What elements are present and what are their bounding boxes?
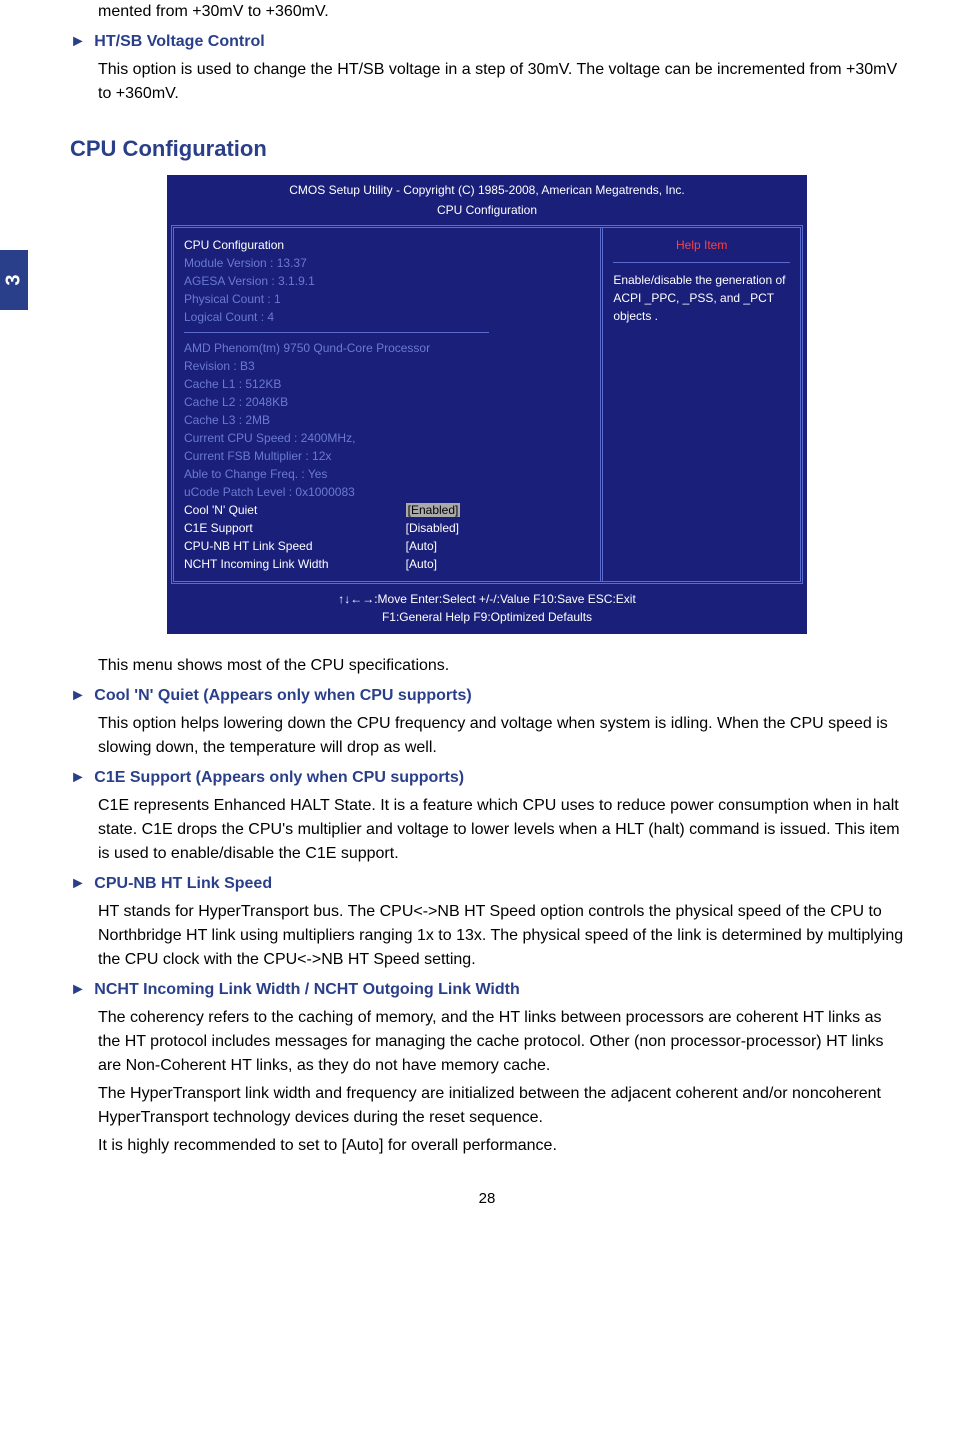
bios-selected-value: [Enabled] [406,503,461,517]
item-cpunb-title: ► CPU-NB HT Link Speed [70,872,904,896]
page-number: 28 [70,1188,904,1211]
item-cool-label: Cool 'N' Quiet (Appears only when CPU su… [94,687,471,704]
after-bios-intro: This menu shows most of the CPU specific… [98,654,904,678]
bios-footer-1: ↑↓←→:Move Enter:Select +/-/:Value F10:Sa… [171,590,803,608]
bios-l1: Cache L1 : 512KB [184,375,590,393]
item-ncht-label: NCHT Incoming Link Width / NCHT Outgoing… [94,981,519,998]
bios-row-cool: Cool 'N' Quiet [Enabled] [184,501,590,519]
bios-screenshot: CMOS Setup Utility - Copyright (C) 1985-… [167,175,807,634]
bios-separator [184,332,489,333]
bios-subtitle: CPU Configuration [167,201,807,225]
bios-footer: ↑↓←→:Move Enter:Select +/-/:Value F10:Sa… [167,584,807,634]
arrow-icon: ► [70,687,86,704]
item-c1e-body: C1E represents Enhanced HALT State. It i… [98,794,904,866]
arrow-icon: ► [70,33,86,50]
bios-title: CMOS Setup Utility - Copyright (C) 1985-… [167,175,807,201]
item-htsb-body: This option is used to change the HT/SB … [98,58,904,106]
chapter-number: 3 [0,274,29,285]
item-htsb-label: HT/SB Voltage Control [94,33,264,50]
bios-agesa: AGESA Version : 3.1.9.1 [184,272,590,290]
item-ncht-p3: It is highly recommended to set to [Auto… [98,1134,904,1158]
cpu-config-heading: CPU Configuration [70,132,904,165]
bios-row-cool-label: Cool 'N' Quiet [184,501,406,519]
item-c1e-label: C1E Support (Appears only when CPU suppo… [94,769,464,786]
item-ncht-title: ► NCHT Incoming Link Width / NCHT Outgoi… [70,978,904,1002]
item-ncht-p2: The HyperTransport link width and freque… [98,1082,904,1130]
item-ncht-p1: The coherency refers to the caching of m… [98,1006,904,1078]
bios-row-cool-value: [Enabled] [406,501,591,519]
item-cool-body: This option helps lowering down the CPU … [98,712,904,760]
bios-help-title: Help Item [613,236,790,263]
bios-module: Module Version : 13.37 [184,254,590,272]
bios-row-ncht-label: NCHT Incoming Link Width [184,555,406,573]
bios-row-cpunb-label: CPU-NB HT Link Speed [184,537,406,555]
bios-fsb: Current FSB Multiplier : 12x [184,447,590,465]
bios-help-text: Enable/disable the generation of ACPI _P… [613,271,790,325]
bios-l2: Cache L2 : 2048KB [184,393,590,411]
bios-row-c1e: C1E Support [Disabled] [184,519,590,537]
bios-physical: Physical Count : 1 [184,290,590,308]
item-cool-title: ► Cool 'N' Quiet (Appears only when CPU … [70,684,904,708]
bios-proc: AMD Phenom(tm) 9750 Qund-Core Processor [184,339,590,357]
bios-footer-2: F1:General Help F9:Optimized Defaults [171,608,803,626]
item-htsb-title: ► HT/SB Voltage Control [70,30,904,54]
bios-row-c1e-value: [Disabled] [406,519,591,537]
bios-freq: Able to Change Freq. : Yes [184,465,590,483]
bios-left-heading: CPU Configuration [184,236,590,254]
chapter-tab: 3 [0,250,28,310]
page-content: mented from +30mV to +360mV. ► HT/SB Vol… [0,0,954,1241]
bios-row-cpunb: CPU-NB HT Link Speed [Auto] [184,537,590,555]
bios-speed: Current CPU Speed : 2400MHz, [184,429,590,447]
arrow-icon: ► [70,981,86,998]
bios-row-cpunb-value: [Auto] [406,537,591,555]
bios-row-c1e-label: C1E Support [184,519,406,537]
bios-left-pane: CPU Configuration Module Version : 13.37… [174,228,603,581]
item-cpunb-label: CPU-NB HT Link Speed [94,875,272,892]
item-cpunb-body: HT stands for HyperTransport bus. The CP… [98,900,904,972]
bios-rev: Revision : B3 [184,357,590,375]
item-c1e-title: ► C1E Support (Appears only when CPU sup… [70,766,904,790]
intro-tail: mented from +30mV to +360mV. [98,0,904,24]
bios-ucode: uCode Patch Level : 0x1000083 [184,483,590,501]
arrow-icon: ► [70,875,86,892]
bios-row-ncht: NCHT Incoming Link Width [Auto] [184,555,590,573]
bios-row-ncht-value: [Auto] [406,555,591,573]
bios-main: CPU Configuration Module Version : 13.37… [171,225,803,584]
bios-logical: Logical Count : 4 [184,308,590,326]
bios-l3: Cache L3 : 2MB [184,411,590,429]
bios-right-pane: Help Item Enable/disable the generation … [603,228,800,581]
arrow-icon: ► [70,769,86,786]
